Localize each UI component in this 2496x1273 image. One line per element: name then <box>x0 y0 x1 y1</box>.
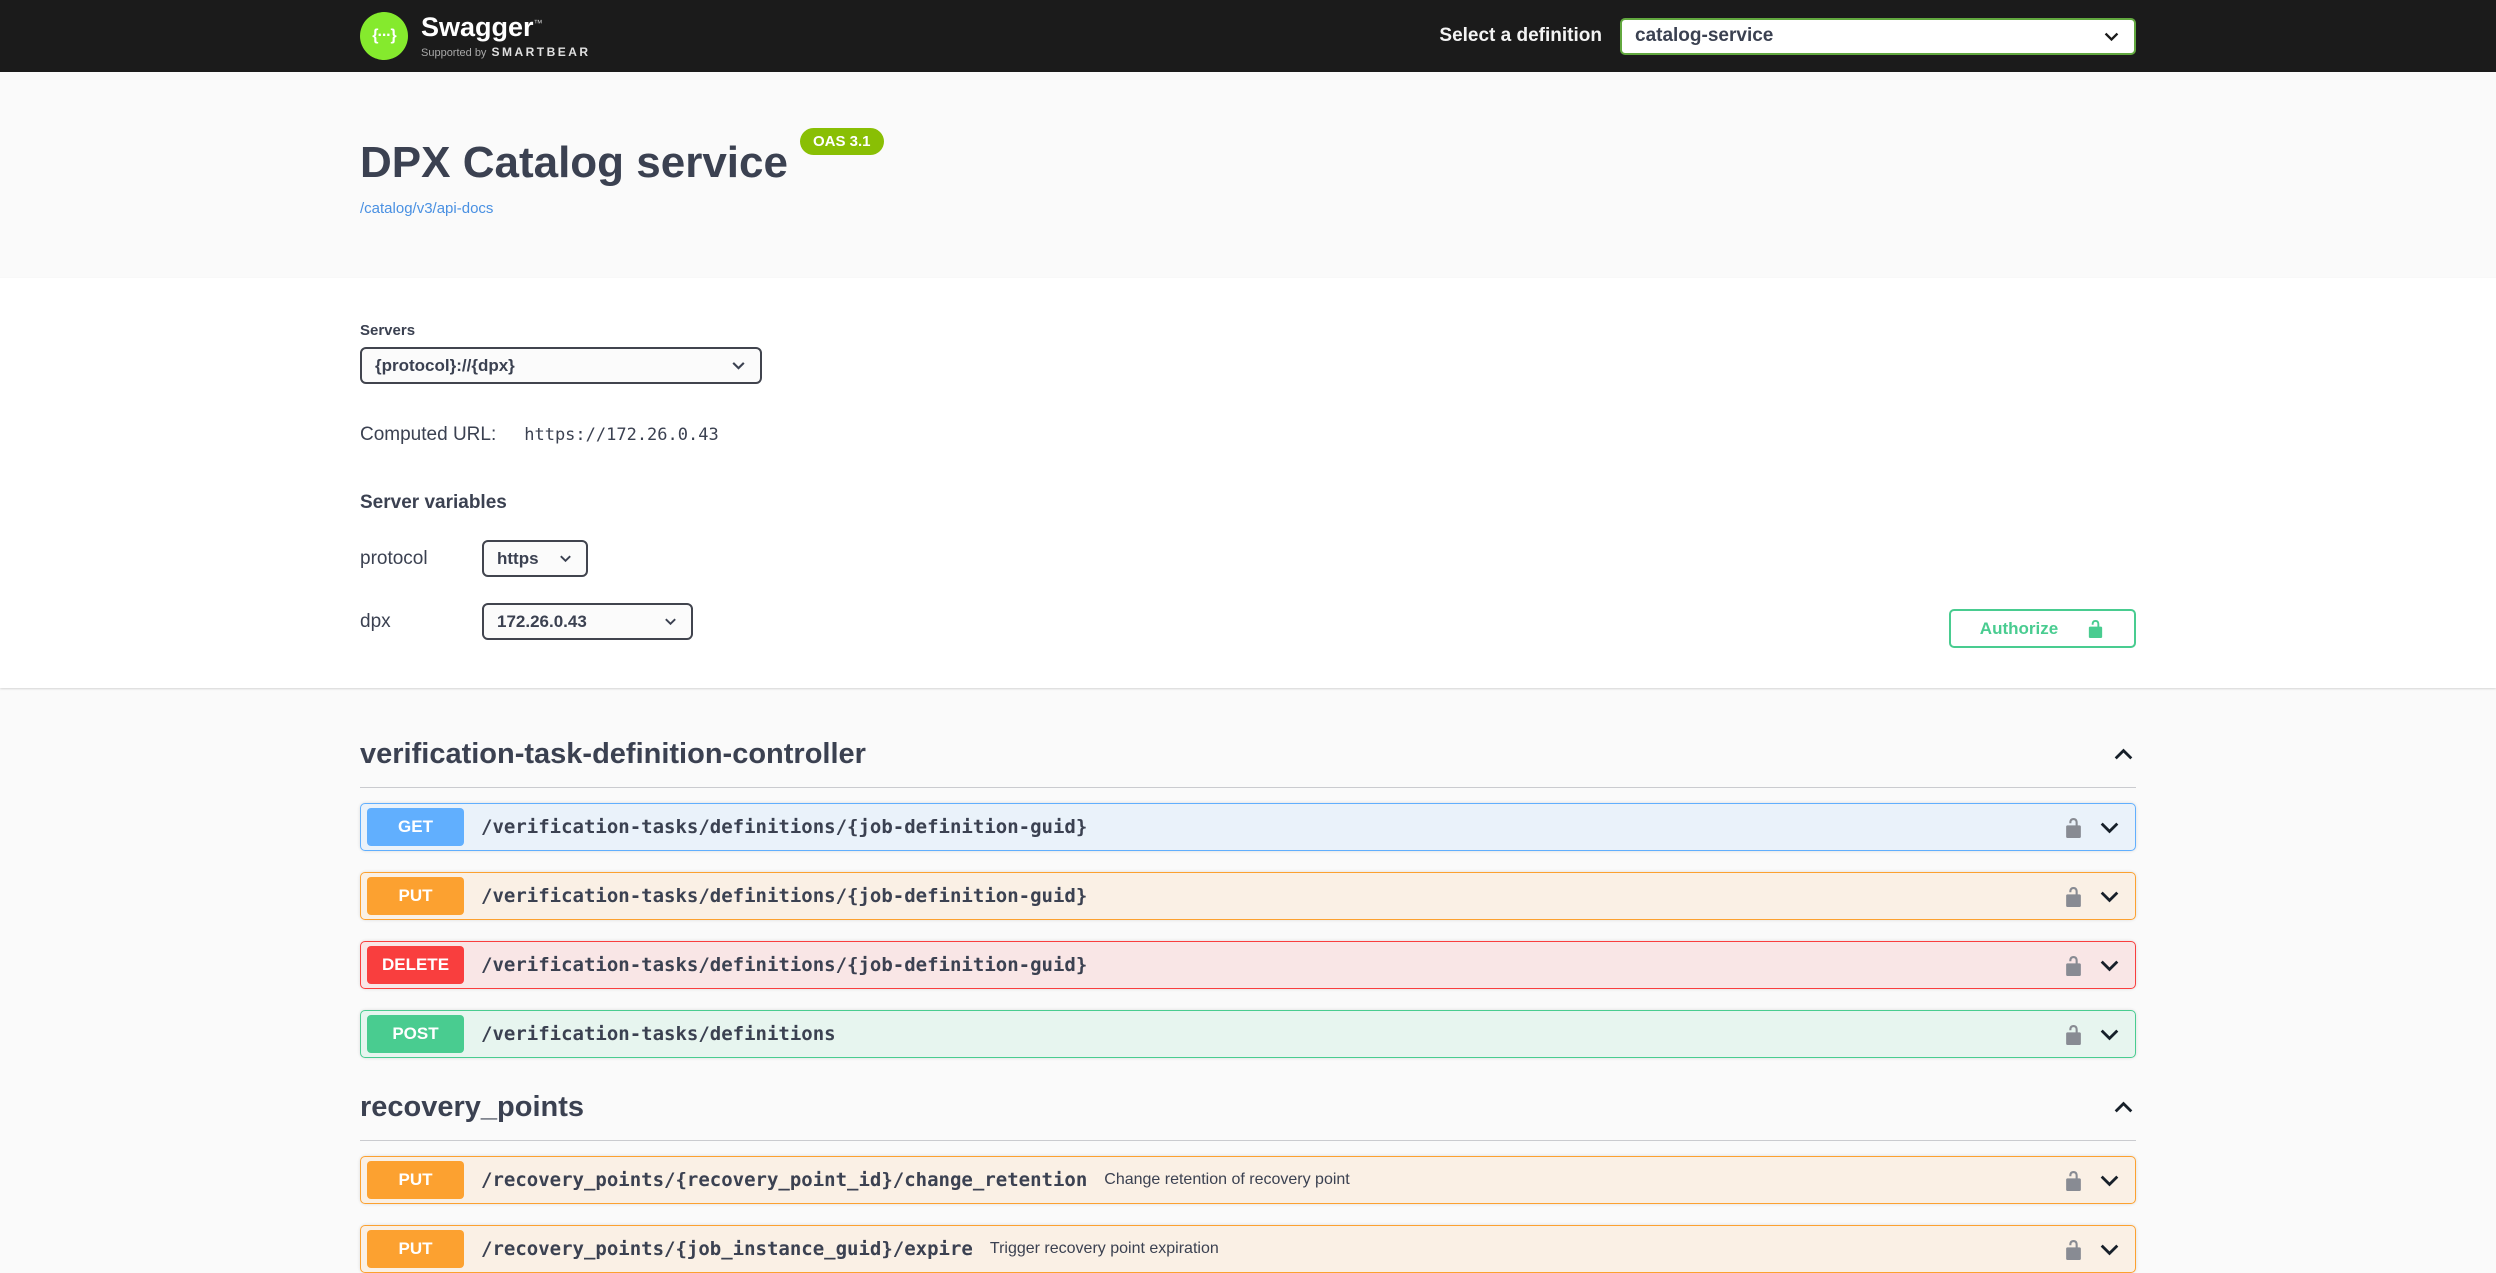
computed-url-value: https://172.26.0.43 <box>524 425 718 445</box>
definition-select[interactable]: catalog-service <box>1620 18 2136 55</box>
trademark-symbol: ™ <box>534 18 543 28</box>
oas-version-badge: OAS 3.1 <box>800 128 884 155</box>
chevron-down-icon <box>663 614 678 629</box>
api-docs-link[interactable]: /catalog/v3/api-docs <box>360 200 493 217</box>
unlock-icon <box>2086 619 2105 638</box>
variable-name-dpx: dpx <box>360 611 482 633</box>
chevron-down-icon[interactable] <box>2097 815 2122 840</box>
tag-header-verification-task-definition-controller[interactable]: verification-task-definition-controller <box>360 726 2136 788</box>
unlock-icon[interactable] <box>2063 817 2084 838</box>
server-variable-row: protocol https <box>360 540 2136 577</box>
swagger-logo-icon: {···} <box>360 12 408 60</box>
operation-path: /recovery_points/{job_instance_guid}/exp… <box>481 1238 973 1260</box>
opblock-put-change-retention[interactable]: PUT /recovery_points/{recovery_point_id}… <box>360 1156 2136 1204</box>
smartbear-brand: SMARTBEAR <box>491 45 590 59</box>
swagger-braces-glyph: {···} <box>372 27 395 45</box>
tag-section-verification-task-definition-controller: verification-task-definition-controller … <box>360 726 2136 1058</box>
topbar: {···} Swagger™ Supported by SMARTBEAR Sel… <box>0 0 2496 72</box>
method-badge: PUT <box>367 877 464 915</box>
servers-select[interactable]: {protocol}://{dpx} <box>360 347 762 384</box>
chevron-down-icon[interactable] <box>2097 1022 2122 1047</box>
servers-select-value: {protocol}://{dpx} <box>375 356 515 376</box>
opblock-put-expire[interactable]: PUT /recovery_points/{job_instance_guid}… <box>360 1225 2136 1273</box>
swagger-logo: {···} Swagger™ Supported by SMARTBEAR <box>360 12 591 60</box>
dpx-select[interactable]: 172.26.0.43 <box>482 603 693 640</box>
unlock-icon[interactable] <box>2063 1170 2084 1191</box>
operation-path: /verification-tasks/definitions/{job-def… <box>481 885 1087 907</box>
opblock-delete-verification-task-definition[interactable]: DELETE /verification-tasks/definitions/{… <box>360 941 2136 989</box>
operation-path: /verification-tasks/definitions/{job-def… <box>481 954 1087 976</box>
protocol-select[interactable]: https <box>482 540 588 577</box>
tag-section-recovery-points: recovery_points PUT /recovery_points/{re… <box>360 1079 2136 1273</box>
chevron-up-icon[interactable] <box>2111 742 2136 767</box>
authorize-button[interactable]: Authorize <box>1949 609 2136 648</box>
operation-description: Change retention of recovery point <box>1104 1171 1349 1189</box>
servers-label: Servers <box>360 322 2136 339</box>
scheme-container: Servers {protocol}://{dpx} Computed URL:… <box>0 278 2496 688</box>
method-badge: PUT <box>367 1161 464 1199</box>
method-badge: GET <box>367 808 464 846</box>
operation-path: /recovery_points/{recovery_point_id}/cha… <box>481 1169 1087 1191</box>
chevron-down-icon[interactable] <box>2097 884 2122 909</box>
chevron-up-icon[interactable] <box>2111 1095 2136 1120</box>
chevron-down-icon <box>2102 27 2121 46</box>
definition-select-value: catalog-service <box>1635 25 1773 47</box>
chevron-down-icon <box>558 551 573 566</box>
unlock-icon[interactable] <box>2063 955 2084 976</box>
chevron-down-icon <box>730 357 747 374</box>
tagline-prefix: Supported by <box>421 47 486 59</box>
server-variable-row: dpx 172.26.0.43 <box>360 603 2136 640</box>
operation-path: /verification-tasks/definitions/{job-def… <box>481 816 1087 838</box>
logo-tagline: Supported by SMARTBEAR <box>421 45 591 59</box>
computed-url-label: Computed URL: <box>360 424 496 446</box>
unlock-icon[interactable] <box>2063 886 2084 907</box>
chevron-down-icon[interactable] <box>2097 1168 2122 1193</box>
tag-title: recovery_points <box>360 1091 584 1124</box>
opblock-post-verification-task-definitions[interactable]: POST /verification-tasks/definitions <box>360 1010 2136 1058</box>
authorize-label: Authorize <box>1980 619 2058 639</box>
select-definition-label: Select a definition <box>1439 25 1602 47</box>
unlock-icon[interactable] <box>2063 1024 2084 1045</box>
operations-area: verification-task-definition-controller … <box>360 688 2136 1273</box>
unlock-icon[interactable] <box>2063 1239 2084 1260</box>
operation-description: Trigger recovery point expiration <box>990 1240 1219 1258</box>
swagger-wordmark: Swagger™ <box>421 14 591 41</box>
chevron-down-icon[interactable] <box>2097 1237 2122 1262</box>
variable-name-protocol: protocol <box>360 548 482 570</box>
info-section: DPX Catalog serviceOAS 3.1 /catalog/v3/a… <box>0 72 2496 278</box>
dpx-select-value: 172.26.0.43 <box>497 612 587 632</box>
tag-header-recovery-points[interactable]: recovery_points <box>360 1079 2136 1141</box>
server-variables-title: Server variables <box>360 492 2136 514</box>
page-title: DPX Catalog serviceOAS 3.1 <box>360 138 2136 188</box>
method-badge: DELETE <box>367 946 464 984</box>
method-badge: POST <box>367 1015 464 1053</box>
operation-path: /verification-tasks/definitions <box>481 1023 836 1045</box>
method-badge: PUT <box>367 1230 464 1268</box>
tag-title: verification-task-definition-controller <box>360 738 866 771</box>
opblock-get-verification-task-definition[interactable]: GET /verification-tasks/definitions/{job… <box>360 803 2136 851</box>
chevron-down-icon[interactable] <box>2097 953 2122 978</box>
protocol-select-value: https <box>497 549 539 569</box>
opblock-put-verification-task-definition[interactable]: PUT /verification-tasks/definitions/{job… <box>360 872 2136 920</box>
